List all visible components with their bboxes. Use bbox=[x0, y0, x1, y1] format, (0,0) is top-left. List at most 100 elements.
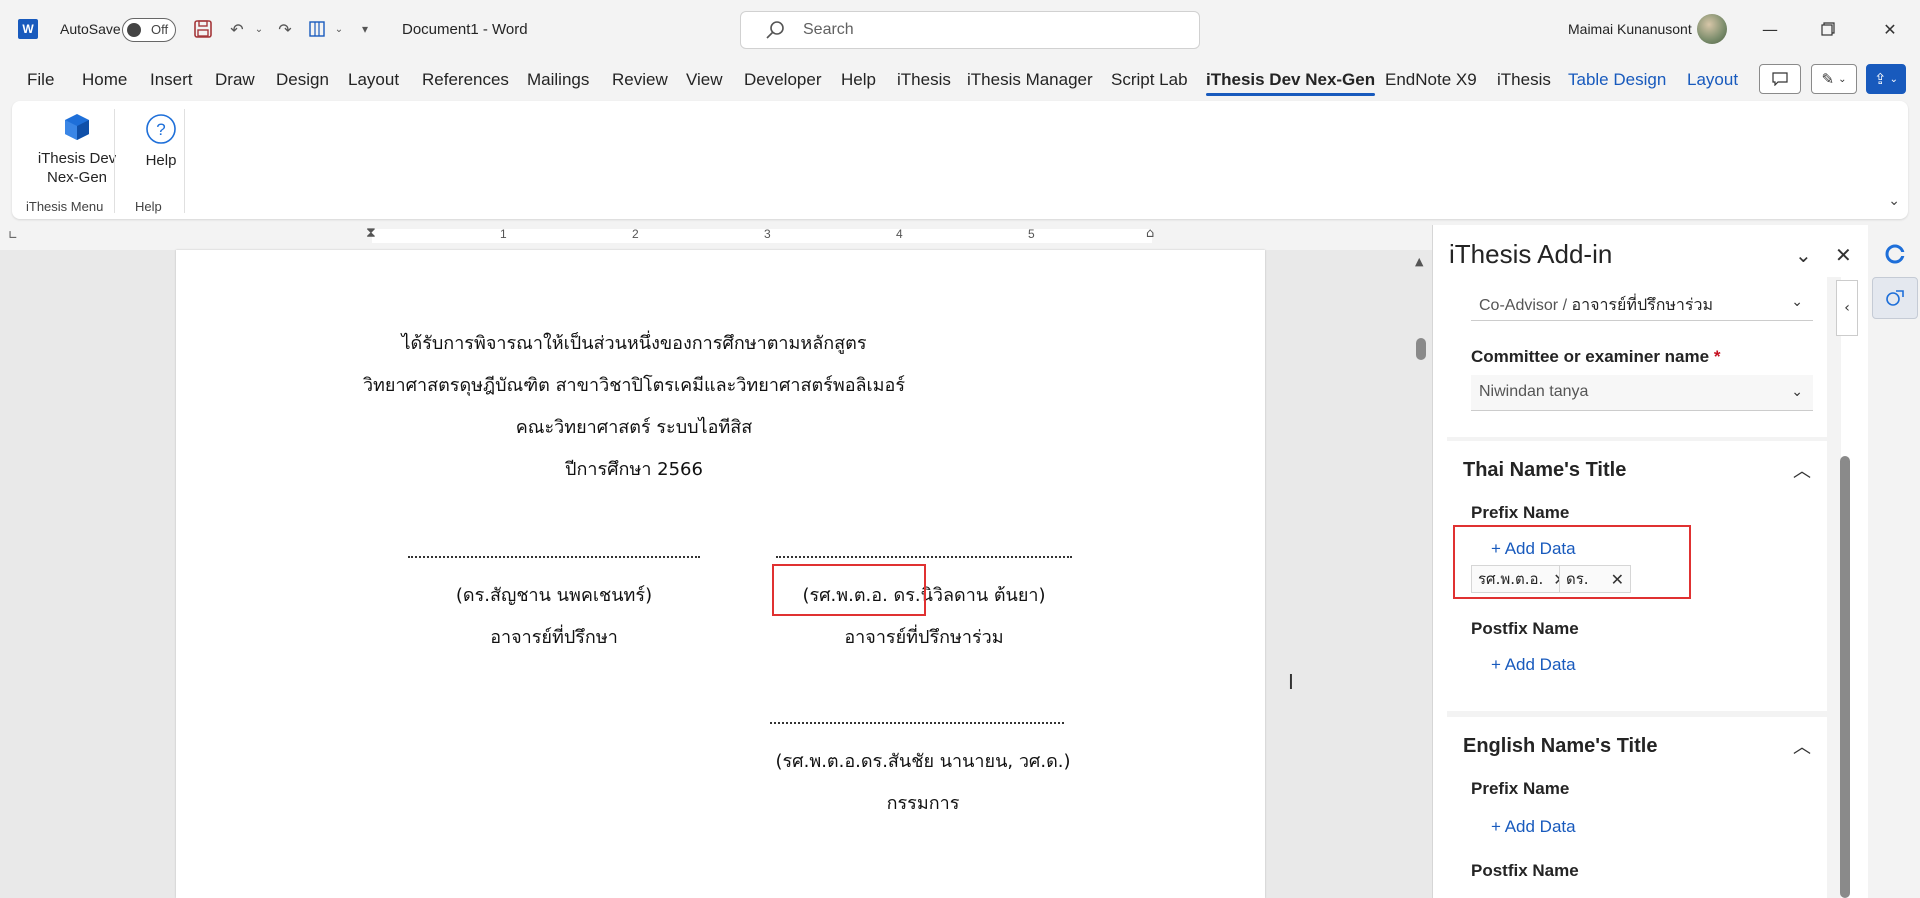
english-section-title: English Name's Title bbox=[1463, 735, 1658, 757]
tab-insert[interactable]: Insert bbox=[150, 70, 193, 90]
committee-label-text: Committee or examiner name bbox=[1471, 347, 1710, 366]
close-window-icon[interactable]: ✕ bbox=[1870, 16, 1910, 42]
coadvisor-role: อาจารย์ที่ปรึกษาร่วม bbox=[844, 627, 1004, 648]
type-value-prefix: Co-Advisor / bbox=[1479, 297, 1572, 314]
comments-button[interactable] bbox=[1759, 64, 1801, 94]
redo-icon[interactable]: ↷ bbox=[272, 16, 298, 42]
svg-text:?: ? bbox=[156, 120, 165, 139]
signature-line-coadvisor bbox=[776, 556, 1072, 558]
tab-file[interactable]: File bbox=[27, 70, 54, 90]
approval-line-2: วิทยาศาสตรดุษฎีบัณฑิต สาขาวิชาปิโตรเคมีแ… bbox=[362, 375, 906, 396]
committee-value: Niwindan tanya bbox=[1479, 383, 1589, 400]
committee-label: Committee or examiner name * bbox=[1471, 347, 1720, 367]
signature-line-committee bbox=[770, 722, 1064, 724]
help-label: Help bbox=[145, 152, 177, 169]
committee-card: Co-Advisor / อาจารย์ที่ปรึกษาร่วม ⌄ Comm… bbox=[1447, 277, 1827, 437]
tab-mailings[interactable]: Mailings bbox=[527, 70, 589, 90]
tab-ithesis-dev-nex-gen[interactable]: iThesis Dev Nex-Gen bbox=[1206, 70, 1376, 96]
ithesis-addin-pane: iThesis Add-in ⌄ ✕ Co-Advisor / อาจารย์ท… bbox=[1432, 225, 1868, 898]
pane-close-icon[interactable]: ✕ bbox=[1835, 243, 1852, 267]
restore-icon[interactable] bbox=[1808, 16, 1848, 42]
ithesis-dev-label-line2: Nex-Gen bbox=[46, 169, 108, 186]
share-icon: ⇪ bbox=[1874, 70, 1887, 88]
save-icon[interactable] bbox=[190, 16, 216, 42]
tab-ithesis-manager[interactable]: iThesis Manager bbox=[967, 70, 1093, 90]
advisor-name: (ดร.สัญชาน นพคเชนทร์) bbox=[455, 585, 653, 606]
approval-line-4: ปีการศึกษา 2566 bbox=[565, 459, 703, 480]
ithesis-dev-nex-gen-button[interactable]: iThesis Dev Nex-Gen bbox=[22, 111, 132, 187]
pane-collapse-tab[interactable]: ‹ bbox=[1836, 280, 1858, 336]
copilot-icon[interactable] bbox=[1878, 237, 1912, 271]
document-page[interactable]: ได้รับการพิจารณาให้เป็นส่วนหนึ่งของการศึ… bbox=[176, 250, 1265, 898]
autosave-state: Off bbox=[151, 22, 169, 37]
ruler-number: 5 bbox=[1028, 227, 1035, 241]
indent-marker-icon[interactable]: ⧗ bbox=[366, 225, 376, 241]
tab-endnote-x9[interactable]: EndNote X9 bbox=[1385, 70, 1477, 90]
committee-role: กรรมการ bbox=[886, 793, 960, 814]
ribbon-collapse-icon[interactable]: ⌄ bbox=[1888, 193, 1900, 209]
chevron-up-icon[interactable]: ︿ bbox=[1793, 457, 1811, 483]
share-chevron-icon: ⌄ bbox=[1889, 73, 1898, 85]
english-prefix-label: Prefix Name bbox=[1471, 779, 1570, 798]
pane-scrollbar[interactable] bbox=[1840, 456, 1850, 898]
tab-review[interactable]: Review bbox=[612, 70, 668, 90]
tab-script-lab[interactable]: Script Lab bbox=[1111, 70, 1188, 90]
scroll-up-icon[interactable]: ▲ bbox=[1415, 255, 1423, 268]
approval-line-3: คณะวิทยาศาสตร์ ระบบไอทีสิส bbox=[515, 417, 753, 438]
chevron-up-icon[interactable]: ︿ bbox=[1793, 733, 1811, 759]
ribbon-tabs: File Home Insert Draw Design Layout Refe… bbox=[0, 62, 1920, 100]
tab-draw[interactable]: Draw bbox=[215, 70, 255, 90]
tab-table-layout[interactable]: Layout bbox=[1687, 70, 1738, 90]
type-select[interactable]: Co-Advisor / อาจารย์ที่ปรึกษาร่วม ⌄ bbox=[1471, 285, 1813, 321]
minimize-icon[interactable]: — bbox=[1750, 16, 1790, 42]
share-button[interactable]: ⇪ ⌄ bbox=[1866, 64, 1906, 94]
ribbon-divider bbox=[184, 109, 185, 213]
english-prefix-add-data-link[interactable]: + Add Data bbox=[1491, 817, 1576, 837]
editing-mode-button[interactable]: ✎ ⌄ bbox=[1811, 64, 1857, 94]
ruler-number: 3 bbox=[764, 227, 771, 241]
ribbon-divider bbox=[114, 109, 115, 213]
cube-icon bbox=[65, 114, 89, 140]
title-bar: W AutoSave Off ↶ ⌄ ↷ ⌄ ▾ Document1 - Wor… bbox=[0, 0, 1920, 58]
tab-ithesis-2[interactable]: iThesis bbox=[1497, 70, 1551, 90]
type-value-thai: อาจารย์ที่ปรึกษาร่วม bbox=[1571, 297, 1714, 314]
tab-view[interactable]: View bbox=[686, 70, 723, 90]
ruler-text-area bbox=[372, 229, 1152, 243]
document-scrollbar[interactable]: ▲ bbox=[1412, 250, 1432, 898]
thai-prefix-label: Prefix Name bbox=[1471, 503, 1570, 522]
english-title-card: English Name's Title ︿ Prefix Name + Add… bbox=[1447, 717, 1827, 898]
chevron-left-icon: ‹ bbox=[1844, 300, 1850, 316]
document-canvas: ได้รับการพิจารณาให้เป็นส่วนหนึ่งของการศึ… bbox=[0, 250, 1432, 898]
highlight-box-prefix bbox=[772, 564, 926, 616]
autosave-toggle[interactable]: Off bbox=[122, 18, 176, 42]
thai-title-card: Thai Name's Title ︿ Prefix Name + Add Da… bbox=[1447, 441, 1827, 711]
search-input[interactable]: Search bbox=[740, 11, 1200, 49]
user-name[interactable]: Maimai Kunanusont bbox=[1568, 21, 1692, 37]
tab-ithesis[interactable]: iThesis bbox=[897, 70, 951, 90]
tab-home[interactable]: Home bbox=[82, 70, 127, 90]
committee-select[interactable]: Niwindan tanya ⌄ bbox=[1471, 375, 1813, 411]
tab-table-design[interactable]: Table Design bbox=[1568, 70, 1666, 90]
addin-panel-icon[interactable] bbox=[1872, 277, 1918, 319]
tab-developer[interactable]: Developer bbox=[744, 70, 822, 90]
tab-help[interactable]: Help bbox=[841, 70, 876, 90]
required-mark: * bbox=[1713, 347, 1721, 366]
search-placeholder: Search bbox=[803, 21, 854, 38]
pane-title: iThesis Add-in bbox=[1449, 239, 1613, 269]
layout-dropdown-icon[interactable]: ⌄ bbox=[326, 16, 352, 42]
undo-dropdown-icon[interactable]: ⌄ bbox=[246, 16, 272, 42]
advisor-role: อาจารย์ที่ปรึกษา bbox=[490, 627, 618, 648]
tab-selector-icon[interactable]: ∟ bbox=[8, 228, 18, 242]
avatar[interactable] bbox=[1697, 14, 1727, 44]
right-indent-marker-icon[interactable]: ⌂ bbox=[1146, 226, 1154, 241]
comment-icon bbox=[1772, 72, 1788, 86]
customize-qat-icon[interactable]: ▾ bbox=[352, 16, 378, 42]
chevron-down-icon: ⌄ bbox=[1838, 73, 1847, 85]
pane-options-icon[interactable]: ⌄ bbox=[1795, 243, 1812, 267]
scroll-thumb[interactable] bbox=[1416, 338, 1426, 360]
tab-design[interactable]: Design bbox=[276, 70, 329, 90]
tab-references[interactable]: References bbox=[422, 70, 509, 90]
thai-postfix-add-data-link[interactable]: + Add Data bbox=[1491, 655, 1576, 675]
ruler-number: 2 bbox=[632, 227, 639, 241]
tab-layout[interactable]: Layout bbox=[348, 70, 399, 90]
